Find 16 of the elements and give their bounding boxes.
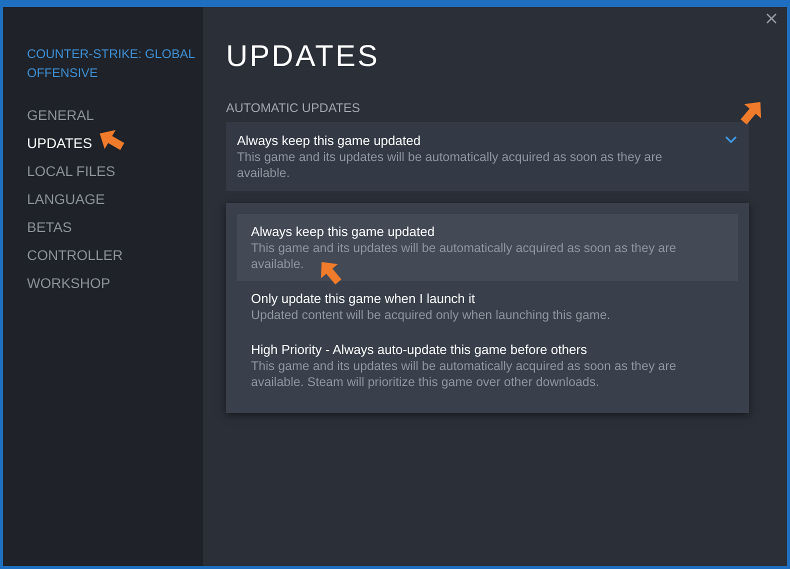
chevron-icon	[725, 136, 737, 144]
sidebar-item[interactable]: GENERAL	[27, 101, 203, 129]
sidebar-item[interactable]: BETAS	[27, 213, 203, 241]
dropdown-option[interactable]: High Priority - Always auto-update this game before others This game and its updates will be automatically acquired as soon as they are available. Steam will prioritize this game over other downloads.	[237, 332, 738, 399]
close-icon[interactable]	[766, 13, 777, 24]
game-title: COUNTER-STRIKE: GLOBAL OFFENSIVE	[27, 46, 196, 82]
sidebar-item[interactable]: UPDATES	[27, 129, 203, 157]
sidebar-item[interactable]: CONTROLLER	[27, 241, 203, 269]
dropdown-option[interactable]: Always keep this game updated This game and its updates will be automatically acquired as soon as they are available.	[237, 214, 738, 281]
dropdown-option[interactable]: Only update this game when I launch it Updated content will be acquired only when launching this game.	[237, 281, 738, 332]
section-label: AUTOMATIC UPDATES	[226, 101, 362, 115]
page-title: UPDATES	[226, 39, 380, 75]
update-dropdown[interactable]: Always keep this game updated This game and its updates will be automatically acquired as soon as they are available.	[226, 122, 749, 191]
sidebar-item[interactable]: LANGUAGE	[27, 185, 203, 213]
sidebar-item[interactable]: WORKSHOP	[27, 269, 203, 297]
sidebar-item[interactable]: LOCAL FILES	[27, 157, 203, 185]
